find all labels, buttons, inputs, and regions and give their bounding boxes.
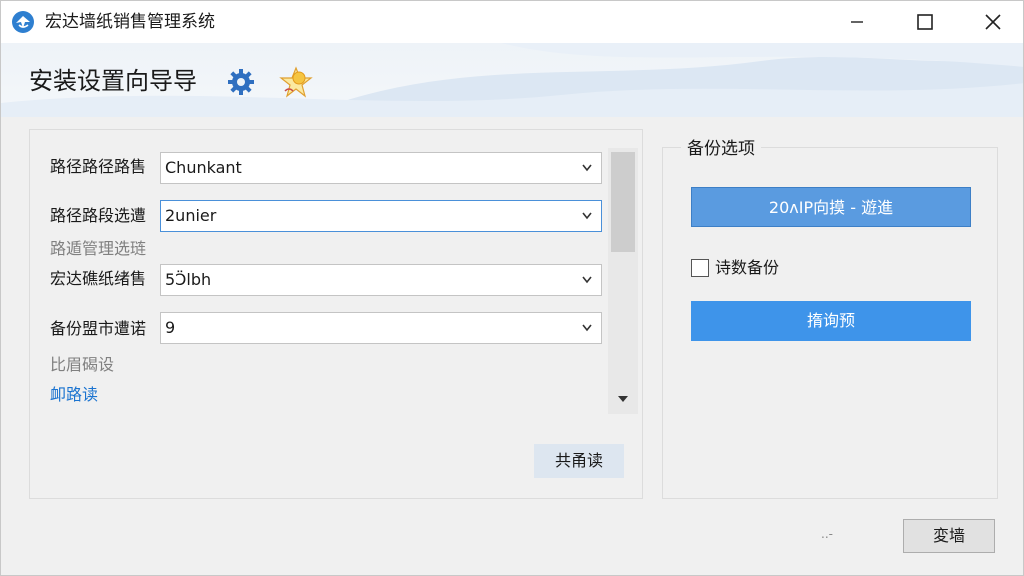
minimize-button[interactable] <box>823 1 891 43</box>
path-dropdown-1[interactable]: Chunkant <box>160 152 602 184</box>
chevron-down-icon <box>582 212 592 220</box>
star-icon <box>279 66 313 98</box>
header-banner: 安装设置向导导 <box>1 43 1023 117</box>
chevron-down-icon <box>582 324 592 332</box>
path-label-1: 路径路径路售 <box>50 157 147 176</box>
backup-checkbox[interactable] <box>691 259 709 277</box>
backup-checkbox-label: 诗数备份 <box>715 258 780 277</box>
backup-market-dropdown-value: 9 <box>165 318 176 337</box>
chevron-down-icon <box>582 276 592 284</box>
close-button[interactable] <box>959 1 1024 43</box>
page-title: 安装设置向导导 <box>29 67 197 95</box>
chevron-down-icon <box>582 164 592 172</box>
vertical-scrollbar[interactable] <box>608 148 638 414</box>
minimize-icon <box>851 21 863 23</box>
path-dropdown-2-value: 2unier <box>165 206 217 225</box>
path-dropdown-2[interactable]: 2unier <box>160 200 602 232</box>
wallpaper-sales-dropdown-value: 5Ɔ̈lbh <box>165 270 212 289</box>
path-dropdown-1-value: Chunkant <box>165 158 242 177</box>
close-icon <box>985 14 1001 30</box>
bottom-action-button[interactable]: 変墙 <box>903 519 995 553</box>
comparison-label: 比眉碣设 <box>50 355 115 374</box>
scroll-down-button[interactable] <box>608 384 638 414</box>
settings-panel: 路径路径路售 Chunkant 路径路段选遭 2unier 路遁管理选琏 宏达礁… <box>29 129 643 499</box>
path-management-label: 路遁管理选琏 <box>50 239 147 258</box>
scrollbar-thumb[interactable] <box>611 152 635 252</box>
wallpaper-sales-label: 宏达礁纸绪售 <box>50 269 147 288</box>
maximize-icon <box>917 14 933 30</box>
maximize-button[interactable] <box>891 1 959 43</box>
wallpaper-sales-dropdown[interactable]: 5Ɔ̈lbh <box>160 264 602 296</box>
backup-select-button[interactable]: 20ᴧIP向摸 - 遊進 <box>691 187 971 227</box>
path-label-2: 路径路段选遭 <box>50 206 147 225</box>
backup-market-dropdown[interactable]: 9 <box>160 312 602 344</box>
common-read-button[interactable]: 共甬读 <box>534 444 624 478</box>
app-window: 宏达墙纸销售管理系统 安装设置向导导 路径路径路售 Chunkant 路径路段选… <box>0 0 1024 576</box>
preview-button[interactable]: 㨊询预 <box>691 301 971 341</box>
footer-dots: ..- <box>821 527 833 541</box>
path-read-link[interactable]: 卹路读 <box>50 384 98 406</box>
backup-options-title: 备份选项 <box>681 137 761 161</box>
gear-icon <box>228 69 254 95</box>
window-title: 宏达墙纸销售管理系统 <box>45 12 215 32</box>
backup-market-label: 备份盟市遭诺 <box>50 319 147 338</box>
title-bar[interactable]: 宏达墙纸销售管理系统 <box>1 1 1023 43</box>
triangle-down-icon <box>618 396 628 402</box>
app-logo-icon <box>12 11 34 33</box>
